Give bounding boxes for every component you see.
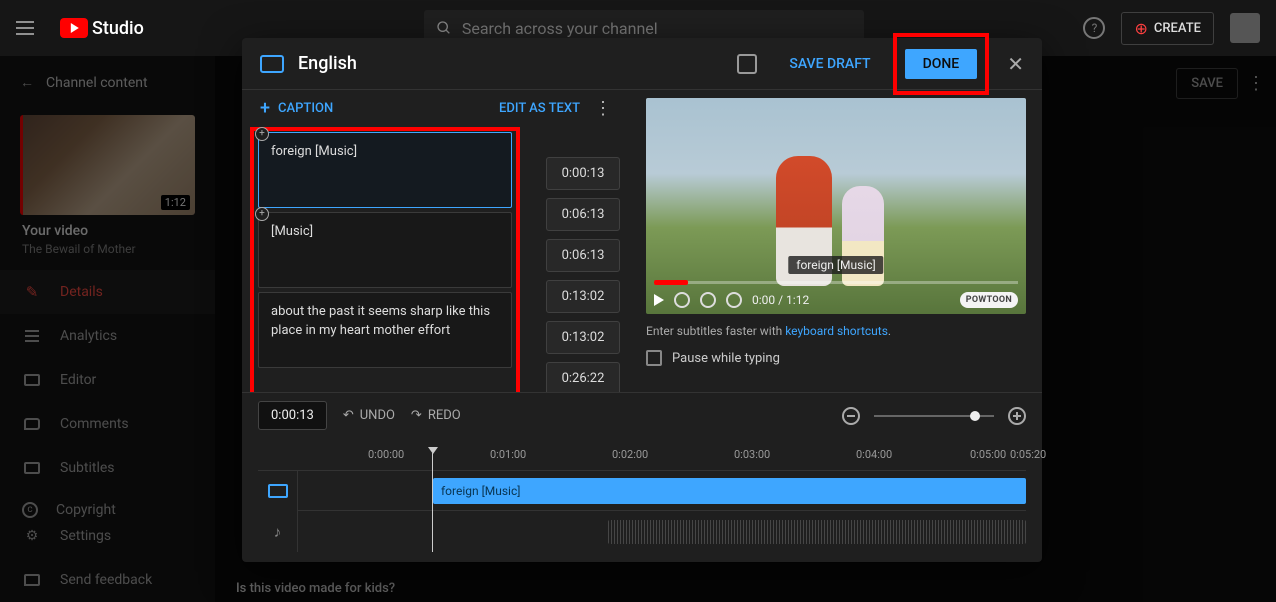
redo-icon: ↷ [411,408,422,423]
search-icon [436,20,452,36]
captions-icon [260,55,284,73]
ruler-tick: 0:02:00 [612,448,648,461]
pause-checkbox[interactable] [646,350,662,366]
audio-track[interactable] [298,511,1026,553]
help-icon[interactable]: ? [1083,17,1105,39]
video-preview[interactable]: foreign [Music] 0:00 / 1:12 POWTOON [646,98,1026,314]
redo-button[interactable]: ↷REDO [411,408,461,423]
caption-start-time[interactable]: 0:00:13 [546,157,620,190]
modal-title: English [298,53,357,74]
search-placeholder: Search across your channel [462,19,658,38]
playhead[interactable] [432,453,433,552]
caption-end-time[interactable]: 0:26:22 [546,362,620,392]
account-avatar[interactable] [1230,13,1260,43]
more-options-icon[interactable]: ⋮ [594,98,612,119]
caption-list: + foreign [Music] + [Music] about the pa… [258,132,512,372]
done-highlight: DONE [893,33,990,95]
caption-clip[interactable]: foreign [Music] [433,478,1026,504]
keyboard-shortcuts-link[interactable]: keyboard shortcuts [785,324,888,338]
caption-end-time[interactable]: 0:06:13 [546,198,620,231]
create-plus-icon: ⊕ [1134,19,1147,38]
plus-icon: + [260,98,270,119]
caption-text: foreign [Music] [271,144,357,159]
close-icon[interactable]: ✕ [1007,52,1024,76]
caption-panel: + CAPTION EDIT AS TEXT ⋮ + foreign [Musi… [242,90,630,392]
progress-bar[interactable] [654,281,1018,284]
timeline-ruler: 0:00:00 0:01:00 0:02:00 0:03:00 0:04:00 … [258,448,1026,464]
caption-times-column: 0:00:13 0:06:13 0:06:13 0:13:02 0:13:02 … [546,157,620,392]
subtitle-editor-modal: English SAVE DRAFT DONE ✕ + CAPTION EDIT… [242,38,1042,562]
edit-as-text-button[interactable]: EDIT AS TEXT [499,101,580,116]
ruler-tick: 0:01:00 [490,448,526,461]
menu-icon[interactable] [16,16,40,40]
time-display: 0:00 / 1:12 [752,293,809,307]
modal-header: English SAVE DRAFT DONE ✕ [242,38,1042,90]
waveform [608,520,1026,544]
caption-btn-label: CAPTION [278,101,333,116]
create-label: CREATE [1154,21,1201,36]
keyboard-hint: Enter subtitles faster with keyboard sho… [646,324,1026,338]
zoom-slider[interactable] [874,415,994,417]
add-caption-button[interactable]: + CAPTION [260,98,333,119]
captions-track[interactable]: foreign [Music] [298,471,1026,511]
undo-button[interactable]: ↶UNDO [343,408,395,423]
feedback-icon[interactable] [737,54,757,74]
caption-overlay: foreign [Music] [788,256,883,274]
current-time-input[interactable]: 0:00:13 [258,401,327,430]
save-draft-button[interactable]: SAVE DRAFT [789,56,870,72]
caption-text: about the past it seems sharp like this … [271,304,490,338]
zoom-in-icon[interactable] [1008,407,1026,425]
ruler-tick: 0:05:00 [970,448,1006,461]
ruler-tick: 0:04:00 [856,448,892,461]
ruler-tick: 0:05:20 [1010,448,1046,461]
zoom-out-icon[interactable] [842,407,860,425]
youtube-logo-icon [60,18,88,38]
powtoon-badge: POWTOON [960,292,1018,308]
done-button[interactable]: DONE [905,49,978,79]
studio-brand[interactable]: Studio [60,18,144,39]
rewind-icon[interactable] [674,292,690,308]
timeline-track-headers [258,471,298,552]
ruler-tick: 0:00:00 [368,448,404,461]
ruler-tick: 0:03:00 [734,448,770,461]
caption-row[interactable]: about the past it seems sharp like this … [258,292,512,368]
caption-row[interactable]: + foreign [Music] [258,132,512,208]
caption-start-time[interactable]: 0:06:13 [546,239,620,272]
captions-track-icon [258,471,297,512]
caption-end-time[interactable]: 0:13:02 [546,280,620,313]
audio-track-icon [258,512,297,553]
timeline-footer: 0:00:13 ↶UNDO ↷REDO 0:00:00 0:01:00 0:02… [242,392,1042,562]
volume-icon[interactable] [726,292,742,308]
create-button[interactable]: ⊕ CREATE [1121,12,1214,45]
caption-text: [Music] [271,224,313,239]
insert-caption-icon[interactable]: + [255,127,269,141]
forward-icon[interactable] [700,292,716,308]
pause-label: Pause while typing [672,351,780,366]
undo-icon: ↶ [343,408,354,423]
brand-label: Studio [92,18,144,39]
pause-while-typing-row: Pause while typing [646,350,1026,366]
preview-panel: foreign [Music] 0:00 / 1:12 POWTOON Ente… [630,90,1042,392]
insert-caption-icon[interactable]: + [255,207,269,221]
caption-row[interactable]: + [Music] [258,212,512,288]
player-controls: 0:00 / 1:12 [654,292,809,308]
caption-start-time[interactable]: 0:13:02 [546,321,620,354]
play-icon[interactable] [654,294,664,306]
timeline-body[interactable]: foreign [Music] [258,470,1026,552]
